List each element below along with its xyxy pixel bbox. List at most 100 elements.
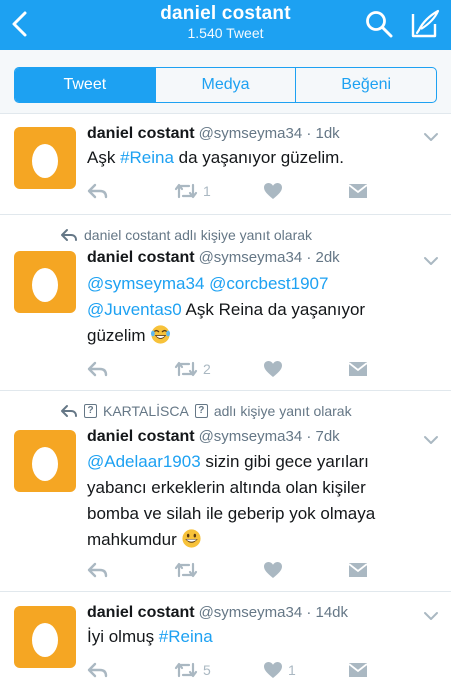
tweet-text-part: İyi olmuş xyxy=(87,627,159,646)
retweet-count: 2 xyxy=(203,361,211,377)
tweet-text-part: yabancı erkeklerin altında olan kişiler xyxy=(87,478,366,497)
mention-link[interactable]: @symseyma34 xyxy=(87,274,204,293)
search-icon[interactable] xyxy=(364,9,394,39)
tweet-text: @symseyma34 @corcbest1907 @Juventas0 Aşk… xyxy=(87,271,427,349)
heart-icon xyxy=(264,562,282,578)
reply-icon xyxy=(87,183,108,199)
default-egg-avatar-icon xyxy=(32,447,58,481)
hashtag-link[interactable]: #Reina xyxy=(159,627,213,646)
chevron-down-icon[interactable] xyxy=(423,131,439,143)
tweet-text-part: güzelim xyxy=(87,326,151,345)
author-handle-time: @symseyma34 · 2dk xyxy=(198,249,340,266)
tabs-bar: Tweet Medya Beğeni xyxy=(0,50,451,114)
retweet-count: 5 xyxy=(203,662,211,678)
tweet-text-part: Aşk Reina da yaşanıyor xyxy=(181,300,366,319)
retweet-icon xyxy=(174,361,198,377)
reply-context-text: daniel costant adlı kişiye yanıt olarak xyxy=(84,227,313,243)
reply-button[interactable] xyxy=(86,558,108,582)
tweet-item[interactable]: daniel costant adlı kişiye yanıt olarak … xyxy=(0,215,451,391)
tweet-text-part: Aşk xyxy=(87,148,121,167)
tweet-actions: 2 xyxy=(0,357,451,381)
tab-tweet[interactable]: Tweet xyxy=(15,68,156,102)
grinning-emoji-icon xyxy=(182,529,202,548)
retweet-button[interactable] xyxy=(174,558,203,582)
reply-indicator-icon xyxy=(61,229,77,241)
tweet-text-part: da yaşanıyor güzelim. xyxy=(173,148,345,167)
profile-header: daniel costant 1.540 Tweet xyxy=(0,0,451,50)
direct-message-button[interactable] xyxy=(348,658,368,682)
heart-icon xyxy=(264,183,282,199)
mention-link[interactable]: @corcbest1907 xyxy=(209,274,328,293)
author-handle-time: @symseyma34 · 1dk xyxy=(198,125,340,142)
tweet-text: İyi olmuş #Reina xyxy=(87,624,427,650)
reply-button[interactable] xyxy=(86,658,108,682)
tweet-item[interactable]: daniel costant @symseyma34 · 14dk İyi olm… xyxy=(0,592,451,690)
mention-link[interactable]: @Juventas0 xyxy=(87,300,182,319)
retweet-icon xyxy=(174,183,198,199)
author-handle-time: @symseyma34 · 7dk xyxy=(198,428,340,445)
direct-message-button[interactable] xyxy=(348,357,368,381)
retweet-count: 1 xyxy=(203,183,211,199)
retweet-button[interactable]: 2 xyxy=(174,357,211,381)
reply-icon xyxy=(87,562,108,578)
chevron-down-icon[interactable] xyxy=(423,610,439,622)
tweet-text-part: mahkumdur xyxy=(87,530,182,549)
like-button[interactable]: 1 xyxy=(263,658,296,682)
reply-icon xyxy=(87,662,108,678)
direct-message-button[interactable] xyxy=(348,179,368,203)
tweet-header: daniel costant @symseyma34 · 7dk xyxy=(87,428,340,446)
reply-indicator-icon xyxy=(61,405,77,417)
direct-message-button[interactable] xyxy=(348,558,368,582)
author-name[interactable]: daniel costant xyxy=(87,604,195,621)
heart-icon xyxy=(264,662,282,678)
like-button[interactable] xyxy=(263,179,283,203)
segmented-control: Tweet Medya Beğeni xyxy=(14,67,437,103)
tweet-header: daniel costant @symseyma34 · 14dk xyxy=(87,604,348,622)
reply-context: ? KARTALİSCA ? adlı kişiye yanıt olarak xyxy=(60,403,352,419)
tweet-header: daniel costant @symseyma34 · 1dk xyxy=(87,125,340,143)
envelope-icon xyxy=(348,663,368,677)
compose-tweet-icon[interactable] xyxy=(409,8,441,40)
chevron-down-icon[interactable] xyxy=(423,255,439,267)
retweet-icon xyxy=(174,562,198,578)
author-name[interactable]: daniel costant xyxy=(87,125,195,142)
retweet-button[interactable]: 1 xyxy=(174,179,211,203)
reply-icon xyxy=(87,361,108,377)
like-button[interactable] xyxy=(263,558,283,582)
reply-button[interactable] xyxy=(86,357,108,381)
like-count: 1 xyxy=(288,662,296,678)
author-handle-time: @symseyma34 · 14dk xyxy=(198,604,349,621)
reply-context: daniel costant adlı kişiye yanıt olarak xyxy=(60,227,312,243)
tweet-item[interactable]: ? KARTALİSCA ? adlı kişiye yanıt olarak … xyxy=(0,391,451,592)
retweet-button[interactable]: 5 xyxy=(174,658,211,682)
retweet-icon xyxy=(174,662,198,678)
avatar[interactable] xyxy=(14,430,76,492)
tweet-header: daniel costant @symseyma34 · 2dk xyxy=(87,249,340,267)
tweet-text: Aşk #Reina da yaşanıyor güzelim. xyxy=(87,145,427,171)
reply-button[interactable] xyxy=(86,179,108,203)
tweet-text-part: bomba ve silah ile geberip yok olmaya xyxy=(87,504,376,523)
unknown-character-box: ? xyxy=(194,404,208,418)
tweet-text-part: sizin gibi gece yarıları xyxy=(200,452,369,471)
author-name[interactable]: daniel costant xyxy=(87,428,195,445)
heart-icon xyxy=(264,361,282,377)
tweet-actions: 1 xyxy=(0,179,451,203)
tweet-text: @Adelaar1903 sizin gibi gece yarıları ya… xyxy=(87,449,427,553)
chevron-down-icon[interactable] xyxy=(423,434,439,446)
tears-of-joy-emoji-icon xyxy=(151,325,171,344)
avatar[interactable] xyxy=(14,251,76,313)
hashtag-link[interactable]: #Reina xyxy=(120,148,174,167)
tweet-actions xyxy=(0,558,451,582)
reply-context-text: adlı kişiye yanıt olarak xyxy=(213,403,352,419)
default-egg-avatar-icon xyxy=(32,268,58,302)
tab-media[interactable]: Medya xyxy=(156,68,297,102)
mention-link[interactable]: @Adelaar1903 xyxy=(87,452,201,471)
tweet-item[interactable]: daniel costant @symseyma34 · 1dk Aşk #Rei… xyxy=(0,115,451,215)
reply-context-user[interactable]: KARTALİSCA xyxy=(103,403,189,419)
tab-likes[interactable]: Beğeni xyxy=(296,68,436,102)
envelope-icon xyxy=(348,184,368,198)
envelope-icon xyxy=(348,362,368,376)
like-button[interactable] xyxy=(263,357,283,381)
author-name[interactable]: daniel costant xyxy=(87,249,195,266)
tweet-actions: 5 1 xyxy=(0,658,451,682)
